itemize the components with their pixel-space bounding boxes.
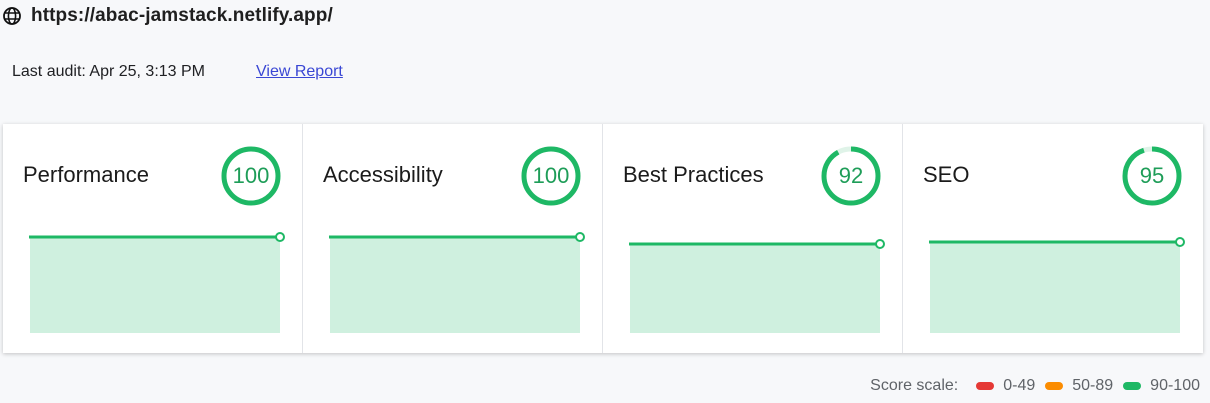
- score-trend-chart: [923, 225, 1185, 339]
- score-range-poor: 0-49: [976, 377, 1035, 395]
- score-value: 95: [1139, 163, 1165, 188]
- category-title: Accessibility: [323, 162, 443, 187]
- score-range-label: 50-89: [1072, 377, 1114, 394]
- globe-icon: [3, 7, 21, 25]
- score-gauge: 100: [520, 145, 582, 207]
- score-range-good: 90-100: [1123, 377, 1200, 395]
- score-range-label: 90-100: [1150, 377, 1200, 394]
- site-url: https://abac-jamstack.netlify.app/: [31, 5, 333, 26]
- score-trend-chart: [323, 225, 585, 339]
- category-card-performance[interactable]: Performance 100: [3, 124, 303, 353]
- score-gauge: 92: [820, 145, 882, 207]
- category-card-seo[interactable]: SEO 95: [903, 124, 1203, 353]
- category-title: SEO: [923, 162, 970, 187]
- category-cards: Performance 100 Accessibility 100 Best P…: [3, 124, 1203, 353]
- view-report-link[interactable]: View Report: [256, 63, 343, 81]
- site-header: https://abac-jamstack.netlify.app/: [2, 3, 333, 29]
- category-title: Best Practices: [623, 162, 764, 187]
- category-card-accessibility[interactable]: Accessibility 100: [303, 124, 603, 353]
- score-range-label: 0-49: [1003, 377, 1036, 394]
- score-gauge: 95: [1121, 145, 1183, 207]
- score-scale-label: Score scale:: [870, 377, 959, 394]
- score-gauge: 100: [220, 145, 282, 207]
- category-card-best-practices[interactable]: Best Practices 92: [603, 124, 903, 353]
- orange-score-swatch: [1045, 382, 1064, 390]
- category-title: Performance: [23, 162, 149, 187]
- score-trend-chart: [23, 225, 285, 339]
- audit-info: Last audit: Apr 25, 3:13 PM View Report: [12, 61, 343, 83]
- last-audit-text: Last audit: Apr 25, 3:13 PM: [12, 63, 206, 80]
- score-value: 100: [232, 163, 270, 188]
- score-value: 100: [532, 163, 570, 188]
- score-scale-legend: Score scale: 0-49 50-89 90-100: [870, 376, 1200, 396]
- score-value: 92: [838, 163, 864, 188]
- red-score-swatch: [976, 382, 995, 390]
- score-trend-chart: [623, 225, 885, 339]
- green-score-swatch: [1123, 382, 1142, 390]
- score-range-average: 50-89: [1045, 377, 1113, 395]
